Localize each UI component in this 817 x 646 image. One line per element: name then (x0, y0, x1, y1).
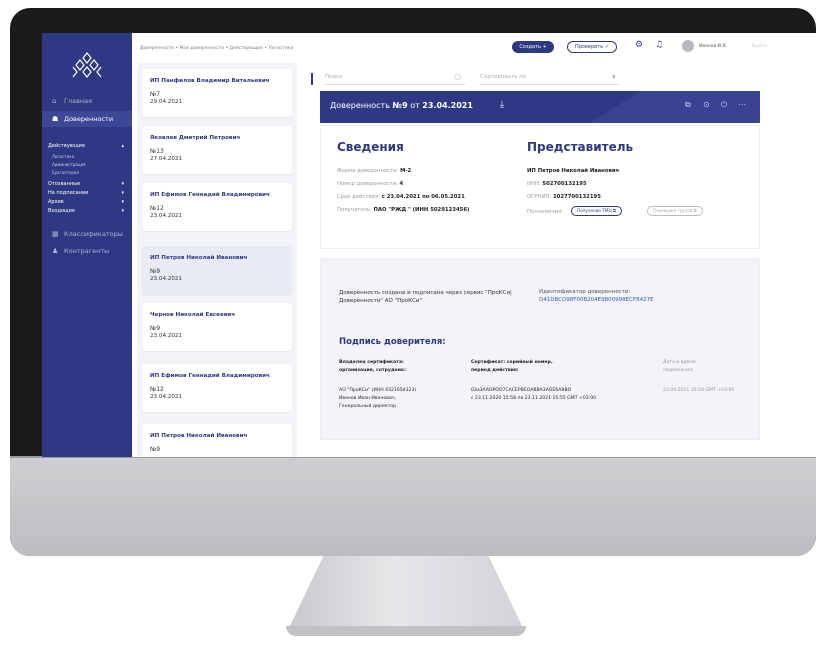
id-label: Идентификатор доверенности: (539, 289, 631, 295)
settings-icon[interactable]: ⚙ (635, 40, 643, 50)
create-button[interactable]: Создать + (512, 41, 554, 53)
list-scrollbar[interactable] (311, 73, 313, 85)
sidebar-subitem-admin[interactable]: Администрация (52, 162, 86, 167)
document-header: Доверенность №9 от 23.04.2021 ⤓ ⧉ ⊙ ⏻ ⋯ (320, 91, 760, 123)
document-title: Доверенность №9 от 23.04.2021 (330, 101, 473, 110)
monitor-stand (288, 556, 524, 630)
signature-title: Подпись доверителя: (339, 337, 446, 347)
home-icon: ⌂ (52, 97, 57, 105)
monitor-chin (10, 457, 816, 556)
sidebar-subitem-accounting[interactable]: Бухгалтерия (52, 170, 79, 175)
chevron-down-icon: ▾ (121, 190, 124, 196)
download-icon[interactable]: ⤓ (500, 100, 504, 110)
sidebar-item-label: Классификаторы (64, 230, 123, 238)
id-value[interactable]: D41DBCD98F00B204E9800998ECF8427E (539, 297, 654, 303)
chevron-down-icon: ▾ (121, 208, 124, 214)
avatar[interactable] (682, 40, 694, 52)
list-item[interactable]: ИП Ефимов Геннадий Владимирович №12 23.0… (142, 364, 292, 412)
sidebar-item-powers[interactable]: ☗ Доверенности (42, 111, 132, 127)
grid-icon: ▦ (52, 230, 59, 238)
chevron-down-icon: ▾ (121, 199, 124, 205)
ogrnip-line: ОГРНИП: 1027700132195 (527, 194, 601, 200)
rep-name: ИП Петров Николай Иванович (527, 168, 620, 174)
sidebar-item-contractors[interactable]: ♟ Контрагенты (42, 243, 132, 259)
list-item[interactable]: Чернов Николай Евсеевич №9 23.04.2021 (142, 303, 292, 351)
user-name[interactable]: Иванов И.И. (699, 44, 727, 49)
col-owner-values: АО "ПроКСи" (ИНН 4321654323) Иванов Иван … (339, 388, 417, 409)
more-icon[interactable]: ⋯ (738, 100, 746, 109)
chevron-down-icon: ∨ (611, 73, 616, 80)
monitor-foot (286, 626, 526, 636)
logo-icon (72, 52, 102, 78)
copy-icon[interactable]: ⧉ (685, 100, 691, 110)
details-title: Сведения (337, 140, 404, 154)
revoke-icon[interactable]: ⏻ (721, 100, 727, 110)
list-item-selected[interactable]: ИП Петров Николай Иванович №9 23.04.2021 (142, 246, 292, 294)
power-badge[interactable]: Получение ТМЦ ⧉ (571, 206, 623, 216)
signature-card: Доверенность создана и подписана через с… (320, 258, 760, 440)
form-line: Форма доверенности: М-2 (337, 168, 412, 174)
app-screen: ⌂ Главная ☗ Доверенности Действующие ▴ Л… (42, 33, 817, 457)
bell-icon[interactable]: ♫ (655, 40, 663, 50)
search-icon: ○ (454, 72, 461, 81)
sidebar-item-classifiers[interactable]: ▦ Классификаторы (42, 226, 132, 242)
sidebar-item-label: Доверенности (64, 115, 114, 123)
created-note: Доверенность создана и подписана через с… (339, 290, 512, 304)
recipient-line: Получатель: ПАО "РЖД " (ИНН 5029123456) (337, 207, 470, 213)
sort-select[interactable]: Сортировать по ∨ (480, 69, 620, 85)
search-input[interactable]: Поиск ○ (325, 69, 465, 85)
list-item[interactable]: Яковлев Дмитрий Петрович №13 27.04.2021 (142, 126, 292, 174)
term-line: Срок действия: с 23.04.2021 по 06.05.202… (337, 194, 465, 200)
power-badge[interactable]: Перевозка грузов ⧉ (647, 206, 703, 216)
inn-line: ИНН: 502700132195 (527, 181, 587, 187)
col-owner-head: Владелец сертификата: организация, сотруд… (339, 360, 406, 373)
sidebar-subitem-logistics[interactable]: Логистика (52, 154, 74, 159)
sidebar-item-home[interactable]: ⌂ Главная (42, 93, 132, 109)
list-item[interactable]: ИП Петров Николай Иванович №9 (142, 424, 292, 457)
sidebar-item-label: Главная (64, 97, 93, 105)
sidebar-item-signing[interactable]: На подписании (48, 190, 88, 196)
power-list: ИП Панфилов Владимир Витальевич №7 29.04… (137, 63, 297, 457)
person-icon: ♟ (52, 247, 59, 255)
col-cert-values: 03а3AAOPOO7CACEPBEOABBA3AOE6ABBO с 23.11.… (471, 388, 597, 401)
representative-title: Представитель (527, 140, 634, 154)
col-date-head: Дата и время подписания: (663, 360, 696, 373)
check-button[interactable]: Проверить ✓ (567, 41, 617, 53)
number-line: Номер доверенности: 4 (337, 181, 404, 187)
sidebar-item-archive[interactable]: Архив (48, 199, 64, 205)
list-item[interactable]: ИП Панфилов Владимир Витальевич №7 29.04… (142, 69, 292, 117)
sidebar: ⌂ Главная ☗ Доверенности Действующие ▴ Л… (42, 33, 132, 457)
chevron-down-icon: ▾ (121, 181, 124, 187)
sidebar-item-label: Контрагенты (64, 247, 110, 255)
sidebar-item-incoming[interactable]: Входящие (48, 208, 75, 214)
chevron-up-icon: ▴ (121, 143, 124, 149)
sidebar-item-active[interactable]: Действующие (48, 143, 85, 149)
users-icon: ☗ (52, 115, 59, 123)
header-decoration (590, 91, 760, 123)
details-card: Сведения Представитель Форма доверенност… (320, 125, 760, 249)
breadcrumb[interactable]: Доверенности • Мои доверенности • Действ… (140, 46, 293, 51)
logout-link[interactable]: Выйти (752, 44, 767, 49)
col-date-values: 23.04.2021 16:58 GMT +03:00 (663, 388, 735, 393)
list-item[interactable]: ИП Ефимов Геннадий Владимирович №12 23.0… (142, 183, 292, 231)
sidebar-item-revoked[interactable]: Отозванные (48, 181, 80, 187)
powers-label: Полномочия: (527, 209, 564, 215)
print-icon[interactable]: ⊙ (703, 100, 710, 109)
col-cert-head: Сертификат: серийный номер, период действ… (471, 360, 553, 373)
